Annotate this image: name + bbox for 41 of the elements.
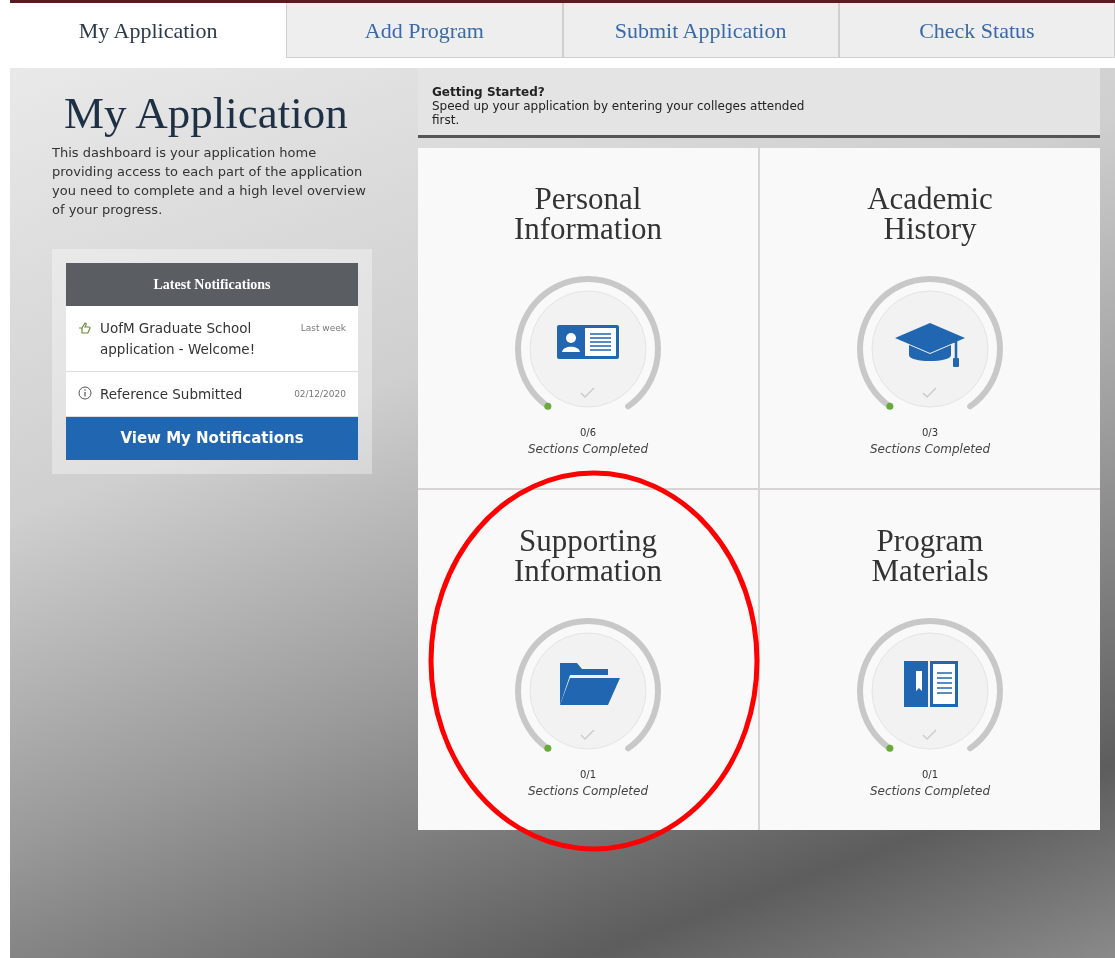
id-card-icon — [557, 325, 619, 360]
completed-caption: Sections Completed — [869, 441, 991, 459]
banner-text: Speed up your application by entering your colleges attended first. — [432, 99, 806, 128]
notification-time: 02/12/2020 — [294, 387, 346, 401]
notifications-header: Latest Notifications — [66, 263, 358, 307]
check-icon — [922, 729, 937, 741]
completed-caption: Sections Completed — [527, 441, 649, 459]
completed-caption: Sections Completed — [869, 783, 991, 801]
completed-caption: Sections Completed — [527, 783, 649, 801]
tile-title: Personal Information — [512, 184, 664, 244]
page-description: This dashboard is your application home providing access to each part of the application you need to complete and a high level overview of your progress. — [52, 144, 367, 219]
check-icon — [922, 387, 937, 399]
info-icon — [78, 385, 92, 400]
hand-icon — [78, 321, 92, 336]
graduation-cap-icon — [895, 323, 965, 368]
tile-title: Supporting Information — [512, 526, 664, 586]
tab[interactable]: Add Program — [286, 3, 563, 58]
section-tile[interactable]: Personal Information 0/6 Sections Completed — [418, 148, 758, 489]
check-icon — [580, 729, 595, 741]
completed-count: 0/1 — [921, 768, 939, 783]
notification-text: Reference Submitted — [100, 384, 243, 404]
check-icon — [580, 387, 595, 399]
notification-time: Last week — [300, 322, 346, 336]
section-tile[interactable]: Supporting Information 0/1 Sections Completed — [418, 490, 758, 831]
folder-icon — [560, 663, 620, 706]
section-tile[interactable]: Program Materials 0/1 Sections Completed — [760, 490, 1100, 831]
completed-count: 0/3 — [921, 426, 939, 441]
page-title: My Application — [64, 87, 349, 140]
book-icon — [904, 661, 958, 708]
tab[interactable]: Submit Application — [562, 3, 839, 58]
notification-text: UofM Graduate School application - Welcome! — [100, 319, 257, 359]
notification-item[interactable]: UofM Graduate School application - Welcome! Last week — [66, 306, 358, 372]
tile-title: Program Materials — [870, 526, 990, 586]
tile-title: Academic History — [866, 184, 994, 244]
completed-count: 0/1 — [579, 768, 597, 783]
completed-count: 0/6 — [579, 426, 597, 441]
view-notifications-button[interactable]: View My Notifications — [66, 417, 358, 460]
banner-title: Getting Started? — [432, 86, 546, 100]
tab[interactable]: Check Status — [838, 3, 1115, 58]
notification-item[interactable]: Reference Submitted 02/12/2020 — [66, 371, 358, 418]
section-tile[interactable]: Academic History 0/3 Sections Completed — [760, 148, 1100, 489]
